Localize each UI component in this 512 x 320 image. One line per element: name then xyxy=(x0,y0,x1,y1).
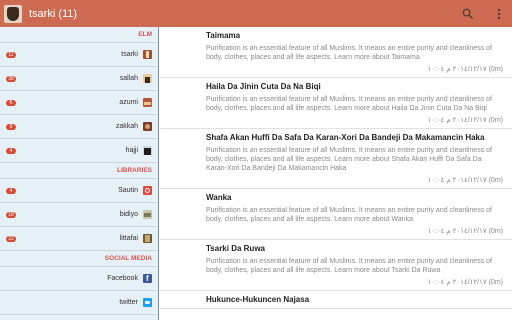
video-icon xyxy=(143,210,152,219)
article-summary: Purification is an essential feature of … xyxy=(206,45,492,61)
drawer-item-label: littafai xyxy=(119,235,138,242)
article-item[interactable]: Tsarki Da Ruwa Purification is an essent… xyxy=(160,240,512,291)
article-summary: Purification is an essential feature of … xyxy=(206,207,492,223)
article-title: Wanka xyxy=(206,193,232,202)
drawer-item-hajji[interactable]: 4 hajji xyxy=(0,139,158,163)
article-summary: Purification is an essential feature of … xyxy=(206,258,492,274)
tsarki-avatar-icon xyxy=(143,50,152,59)
article-summary: Purification is an essential feature of … xyxy=(206,147,492,172)
count-badge: 11 xyxy=(6,51,16,58)
audio-icon xyxy=(143,186,152,195)
facebook-icon: f xyxy=(143,274,152,283)
overflow-menu-icon[interactable] xyxy=(492,7,506,21)
count-badge: 22 xyxy=(6,235,16,242)
article-timestamp: ٢٠١٤/١٢/١٧ م ١٠:٠٤ (0m) xyxy=(427,228,503,235)
drawer-item-tsarki[interactable]: 11 tsarki xyxy=(0,43,158,67)
twitter-icon xyxy=(143,298,152,307)
kaaba-avatar-icon xyxy=(143,146,152,155)
drawer-item-littafai[interactable]: 22 littafai xyxy=(0,227,158,251)
zakkah-avatar-icon xyxy=(143,122,152,131)
article-timestamp: ٢٠١٤/١٢/١٧ م ١٠:٠٤ (0m) xyxy=(427,177,503,184)
drawer-item-label: bidiyo xyxy=(119,211,138,218)
article-list: Taimama Purification is an essential fea… xyxy=(160,27,512,320)
search-icon[interactable] xyxy=(460,7,474,21)
drawer-item-label: Facebook xyxy=(107,275,138,282)
article-summary: Purification is an essential feature of … xyxy=(206,96,492,112)
article-item[interactable]: Hukunce-Hukuncen Najasa xyxy=(160,291,512,309)
article-title: Taimama xyxy=(206,31,241,40)
drawer-item-label: zakkah xyxy=(115,123,138,130)
drawer-item-label: Sautin xyxy=(118,187,138,194)
count-badge: 6 xyxy=(6,99,16,106)
article-item[interactable]: Taimama Purification is an essential fea… xyxy=(160,27,512,78)
app-title: tsarki (11) xyxy=(29,7,78,20)
navigation-drawer: ELM 11 tsarki 38 sallah 6 azumi 9 zakkah… xyxy=(0,27,159,320)
article-item[interactable]: Wanka Purification is an essential featu… xyxy=(160,189,512,240)
sallah-avatar-icon xyxy=(143,74,152,83)
drawer-item-label: sallah xyxy=(119,75,138,82)
count-badge: 4 xyxy=(6,147,16,154)
app-logo-icon[interactable] xyxy=(4,4,22,23)
drawer-item-azumi[interactable]: 6 azumi xyxy=(0,91,158,115)
article-title: Tsarki Da Ruwa xyxy=(206,244,265,253)
book-icon xyxy=(143,234,152,243)
count-badge: 4 xyxy=(6,187,16,194)
drawer-item-facebook[interactable]: Facebook f xyxy=(0,267,158,291)
count-badge: 9 xyxy=(6,123,16,130)
article-timestamp: ٢٠١٤/١٢/١٧ م ١٠:٠٤ (0m) xyxy=(427,279,503,286)
drawer-item-label: tsarki xyxy=(121,51,138,58)
drawer-item-bidiyo[interactable]: 18 bidiyo xyxy=(0,203,158,227)
drawer-item-label: azumi xyxy=(119,99,138,106)
drawer-item-twitter[interactable]: twitter xyxy=(0,291,158,315)
drawer-item-zakkah[interactable]: 9 zakkah xyxy=(0,115,158,139)
article-title: Shafa Akan Huffi Da Safa Da Karan-Xori D… xyxy=(206,133,485,142)
count-badge: 18 xyxy=(6,211,16,218)
count-badge: 38 xyxy=(6,75,16,82)
section-header-elm: ELM xyxy=(0,27,158,43)
drawer-item-sallah[interactable]: 38 sallah xyxy=(0,67,158,91)
drawer-item-sautin[interactable]: 4 Sautin xyxy=(0,179,158,203)
article-title: Haila Da Jinin Cuta Da Na Biqi xyxy=(206,82,321,91)
section-header-libraries: LIBRARIES xyxy=(0,163,158,179)
appbar-actions xyxy=(460,0,506,27)
article-title: Hukunce-Hukuncen Najasa xyxy=(206,295,310,304)
app-bar: tsarki (11) xyxy=(0,0,512,27)
azumi-avatar-icon xyxy=(143,98,152,107)
section-header-social-media: SOCIAL MEDIA xyxy=(0,251,158,267)
drawer-item-label: hajji xyxy=(125,147,138,154)
article-item[interactable]: Shafa Akan Huffi Da Safa Da Karan-Xori D… xyxy=(160,129,512,189)
article-timestamp: ٢٠١٤/١٢/١٧ م ١٠:٠٤ (0m) xyxy=(427,117,503,124)
article-item[interactable]: Haila Da Jinin Cuta Da Na Biqi Purificat… xyxy=(160,78,512,129)
drawer-item-label: twitter xyxy=(119,299,138,306)
article-timestamp: ٢٠١٤/١٢/١٧ م ١٠:٠٤ (0m) xyxy=(427,66,503,73)
